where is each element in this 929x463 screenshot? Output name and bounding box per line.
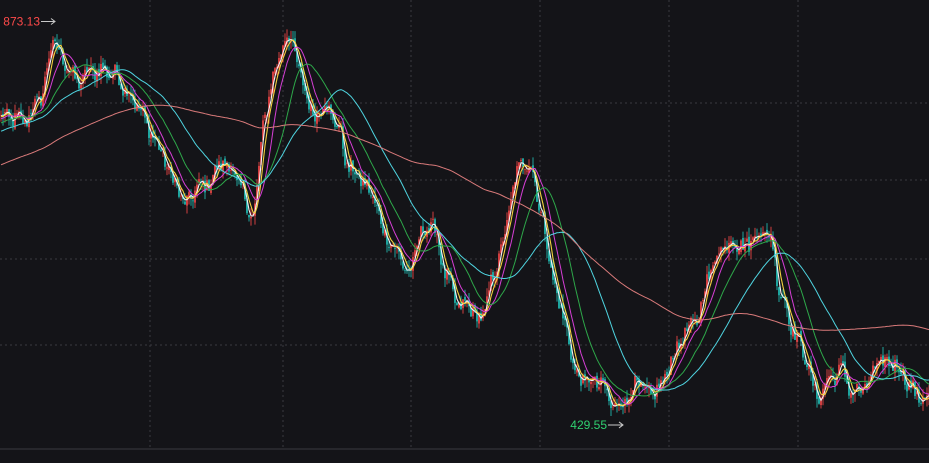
- candle-up: [884, 357, 886, 368]
- candle-up: [250, 216, 252, 219]
- candle-down: [388, 247, 390, 248]
- candle-up: [166, 167, 168, 169]
- candlestick-chart: 873.13 429.55: [0, 0, 929, 463]
- low-price-label: 429.55: [570, 418, 607, 432]
- candle-down: [192, 200, 194, 202]
- candle-up: [746, 238, 748, 242]
- candle-down: [376, 205, 378, 206]
- candle-up: [432, 218, 434, 220]
- candle-down: [160, 149, 162, 151]
- candle-down: [804, 359, 806, 365]
- candle-up: [850, 392, 852, 398]
- candle-up: [752, 237, 754, 241]
- candle-up: [526, 170, 528, 172]
- candle-up: [180, 195, 182, 197]
- candle-down: [464, 297, 466, 301]
- candle-down: [806, 364, 808, 367]
- candle-down: [370, 195, 372, 197]
- candle-down: [394, 247, 396, 249]
- candle-down: [666, 371, 668, 376]
- candle-down: [672, 358, 674, 360]
- candle-down: [404, 269, 406, 271]
- candle-up: [590, 381, 592, 385]
- candle-down: [298, 64, 300, 67]
- candle-down: [834, 380, 836, 385]
- candle-down: [686, 328, 688, 331]
- candle-down: [30, 112, 32, 114]
- candle-up: [796, 335, 798, 342]
- candle-up: [644, 386, 646, 388]
- candle-down: [920, 402, 922, 404]
- high-price-label: 873.13: [3, 15, 40, 29]
- candle-up: [612, 406, 614, 408]
- candle-up: [702, 300, 704, 301]
- candle-down: [336, 125, 338, 128]
- candle-down: [778, 287, 780, 296]
- candle-down: [456, 302, 458, 306]
- candle-down: [780, 296, 782, 299]
- candle-up: [80, 84, 82, 89]
- candle-down: [54, 39, 56, 42]
- candle-up: [264, 114, 266, 119]
- candle-up: [540, 212, 542, 214]
- candle-up: [840, 363, 842, 366]
- candle-down: [248, 214, 250, 218]
- candle-up: [886, 357, 888, 359]
- candle-down: [184, 201, 186, 205]
- candle-down: [906, 384, 908, 392]
- candle-down: [538, 203, 540, 211]
- candle-down: [102, 62, 104, 69]
- candle-down: [658, 383, 660, 387]
- chart-background: [0, 0, 929, 463]
- candle-up: [524, 168, 526, 170]
- candle-up: [598, 387, 600, 390]
- candle-up: [856, 383, 858, 389]
- candle-up: [520, 160, 522, 161]
- candle-down: [64, 65, 66, 71]
- candle-up: [436, 234, 438, 236]
- candle-down: [36, 96, 38, 98]
- candle-down: [22, 117, 24, 124]
- candle-up: [66, 71, 68, 73]
- candle-down: [354, 172, 356, 175]
- candle-up: [738, 250, 740, 255]
- candle-up: [230, 170, 232, 171]
- candle-up: [656, 384, 658, 397]
